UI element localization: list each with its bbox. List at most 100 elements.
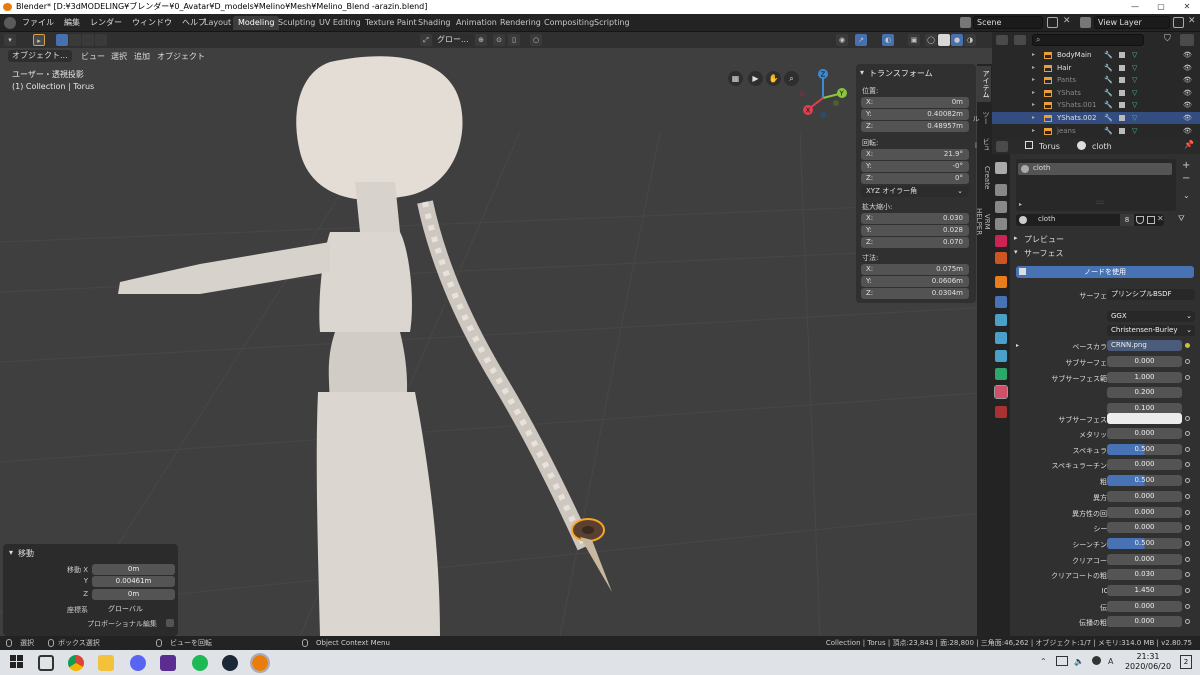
xray-toggle-icon[interactable]: ▣ [908,34,920,46]
property-value-field[interactable]: 0.500 [1107,443,1182,455]
pin-icon[interactable]: 📌 [1184,140,1194,149]
scale-y-field[interactable]: Y: 0.028 [861,225,969,236]
socket-icon[interactable] [1185,374,1190,380]
property-value-field[interactable]: 0.200 [1107,387,1182,399]
tab-layout[interactable]: Layout [199,16,236,30]
list-resize-handle[interactable]: :::: [1096,199,1104,206]
socket-icon[interactable] [1185,603,1190,609]
3d-viewport[interactable]: ▾ ▸ ⤢ グロー... ⊕ ⊙ ▯ ○ ◉ ↗ ◐ ▣ ◯ ● ◑ オブジェク… [0,32,992,636]
constraints-tab-icon[interactable] [995,350,1007,362]
selected-torus-object[interactable] [571,518,612,592]
pivot-icon[interactable]: ⊕ [475,34,487,46]
select-mode-new-icon[interactable] [56,34,68,46]
outliner-editor-icon[interactable] [996,35,1008,45]
tray-chevron-icon[interactable]: ⌃ [1040,657,1047,666]
view-layer-selector[interactable]: View Layer [1094,16,1170,29]
rotation-mode-dropdown[interactable]: XYZ オイラー角 ⌄ [861,186,969,197]
material-browse-icon[interactable] [1019,216,1027,224]
tab-view[interactable]: ビュー [972,134,991,156]
particles-tab-icon[interactable] [995,314,1007,326]
display-mode-icon[interactable] [1014,35,1026,45]
steam-icon[interactable] [222,655,238,671]
select-tool-icon[interactable]: ▸ [33,34,45,46]
clock-time[interactable]: 21:31 [1128,652,1168,661]
view-layer-tab-icon[interactable] [995,218,1007,230]
solid-shading-icon[interactable] [938,34,950,46]
socket-icon[interactable] [1185,525,1190,531]
material-datablock[interactable]: cloth 8 ✕ [1016,214,1164,226]
socket-icon[interactable] [1185,509,1190,515]
move-y-field[interactable]: 0.00461m [92,576,175,587]
outliner-item[interactable]: ▸ YShats 🔧 ▽ 👁 [992,87,1200,99]
tool-tab-icon[interactable] [995,162,1007,174]
property-value-field[interactable]: 0.000 [1107,490,1182,502]
socket-icon[interactable] [1185,493,1190,499]
outliner-search-input[interactable]: ⌕ [1032,34,1144,46]
expand-arrow-icon[interactable]: ▸ [1032,87,1035,99]
use-nodes-button[interactable]: ノードを使用 [1016,266,1194,278]
property-value-field[interactable]: 0.000 [1107,600,1182,612]
tab-shading[interactable]: Shading [413,16,456,30]
visibility-eye-icon[interactable]: 👁 [1183,62,1192,74]
file-explorer-icon[interactable] [98,655,114,671]
properties-editor-icon[interactable] [996,141,1008,152]
property-value-field[interactable]: 1.450 [1107,585,1182,596]
maximize-button[interactable]: ▢ [1148,0,1174,14]
snap-target-icon[interactable]: ▯ [508,34,520,46]
menu-add[interactable]: 追加 [134,51,150,62]
socket-icon[interactable] [1185,588,1190,593]
base-color-socket-icon[interactable] [1185,343,1190,348]
material-tab-icon[interactable] [994,385,1008,399]
outliner-item[interactable]: ▸ Pants 🔧 ▽ 👁 [992,74,1200,86]
menu-window[interactable]: ウィンドウ [132,14,172,32]
chrome-icon[interactable] [68,655,84,671]
tab-uv-editing[interactable]: UV Editing [314,16,366,30]
property-value-field[interactable]: 0.500 [1107,475,1182,487]
material-slot-item[interactable]: cloth [1018,163,1172,175]
clock-date[interactable]: 2020/06/20 [1124,662,1172,671]
unlink-material-icon[interactable]: ✕ [1157,214,1164,223]
socket-icon[interactable] [1185,462,1190,468]
socket-icon[interactable] [1185,359,1190,364]
property-value-field[interactable]: 0.500 [1107,537,1182,549]
select-mode-subtract-icon[interactable] [82,34,94,46]
slot-link-icon[interactable]: ⛛ [1178,214,1185,224]
property-value-field[interactable]: 0.000 [1107,522,1182,534]
breadcrumb-object[interactable]: Torus [1039,142,1060,151]
duplicate-material-icon[interactable] [1147,216,1155,224]
outliner-item[interactable]: ▸ BodyMain 🔧 ▽ 👁 [992,49,1200,61]
texture-tab-icon[interactable] [995,406,1007,418]
preview-section-label[interactable]: プレビュー [1024,234,1064,245]
orientation-dropdown[interactable]: グロー... [433,34,473,46]
subsurface-method-select[interactable]: Christensen-Burley ⌄ [1107,325,1195,336]
location-x-field[interactable]: X: 0m [861,97,969,108]
discord-icon[interactable] [130,655,146,671]
list-expand-icon[interactable]: ▸ [1019,201,1022,208]
base-color-texture[interactable]: CRNN.png [1107,340,1182,351]
rotation-x-field[interactable]: X: 21.9° [861,149,969,160]
outliner-item[interactable]: ▸ Hair 🔧 ▽ 👁 [992,62,1200,74]
expand-arrow-icon[interactable]: ▸ [1032,125,1035,137]
location-z-field[interactable]: Z: 0.48957m [861,121,969,132]
app-icon[interactable] [160,655,176,671]
physics-tab-icon[interactable] [995,332,1007,344]
visibility-eye-icon[interactable]: 👁 [1183,49,1192,61]
new-view-layer-icon[interactable] [1173,17,1184,28]
dimensions-y-field[interactable]: Y: 0.0606m [861,276,969,287]
scene-selector[interactable]: Scene [973,16,1043,29]
mode-dropdown[interactable]: オブジェクト... [8,50,72,62]
outliner-item[interactable]: ▸ YShats.001 🔧 ▽ 👁 [992,99,1200,111]
wireframe-shading-icon[interactable]: ◯ [925,34,937,46]
close-button[interactable]: ✕ [1174,0,1200,14]
expand-arrow-icon[interactable]: ▸ [1032,62,1035,74]
property-value-field[interactable]: 0.000 [1107,553,1182,565]
tab-item[interactable]: アイテム [977,66,991,102]
fake-user-icon[interactable] [1136,216,1144,224]
visibility-eye-icon[interactable]: 👁 [1183,112,1192,124]
subsurface-color-swatch[interactable] [1107,413,1182,424]
menu-render[interactable]: レンダー [90,14,122,32]
scene-tab-icon[interactable] [995,235,1007,247]
property-value-field[interactable]: 1.000 [1107,371,1182,383]
move-z-field[interactable]: 0m [92,589,175,600]
property-value-field[interactable]: 0.000 [1107,506,1182,518]
